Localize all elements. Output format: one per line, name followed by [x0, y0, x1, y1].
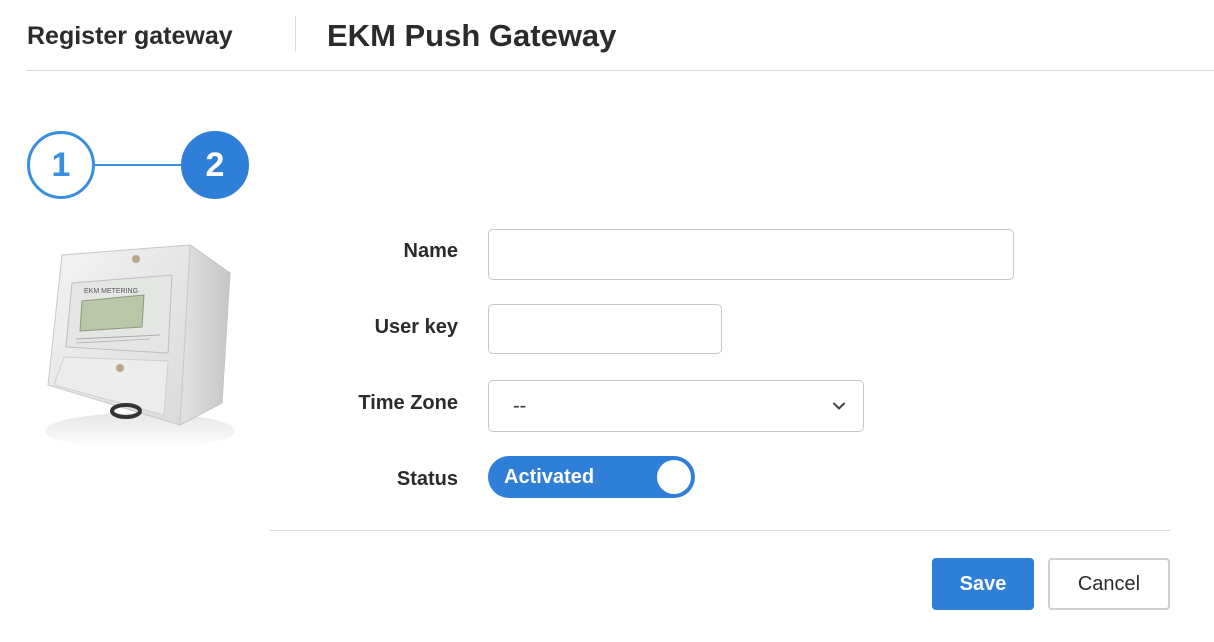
- step-2-number: 2: [205, 145, 225, 184]
- user-key-label: User key: [374, 316, 458, 338]
- user-key-input[interactable]: [488, 304, 722, 354]
- header-divider: [295, 16, 296, 52]
- save-button[interactable]: Save: [932, 558, 1034, 610]
- section-title: Register gateway: [27, 22, 233, 50]
- header-rule: [26, 70, 1214, 71]
- name-label: Name: [403, 240, 458, 262]
- ekm-meter-image: EKM METERING: [45, 244, 235, 449]
- name-input[interactable]: [488, 229, 1014, 280]
- stepper-connector: [95, 164, 181, 166]
- cancel-button[interactable]: Cancel: [1048, 558, 1170, 610]
- status-toggle-knob: [657, 460, 691, 494]
- status-label: Status: [396, 468, 458, 490]
- svg-text:EKM METERING: EKM METERING: [84, 288, 138, 295]
- step-1-number: 1: [51, 145, 71, 184]
- step-1-indicator[interactable]: 1: [27, 131, 95, 199]
- form-divider: [270, 530, 1170, 531]
- chevron-down-icon: [833, 402, 845, 410]
- status-toggle-text: Activated: [504, 465, 595, 488]
- register-gateway-page: Register gateway EKM Push Gateway 1 2 EK…: [0, 0, 1214, 642]
- page-title: EKM Push Gateway: [327, 18, 617, 53]
- time-zone-label: Time Zone: [358, 392, 458, 414]
- step-2-indicator: 2: [181, 131, 249, 199]
- status-toggle[interactable]: Activated: [488, 456, 695, 498]
- time-zone-value: --: [513, 394, 527, 417]
- time-zone-select[interactable]: --: [488, 380, 864, 432]
